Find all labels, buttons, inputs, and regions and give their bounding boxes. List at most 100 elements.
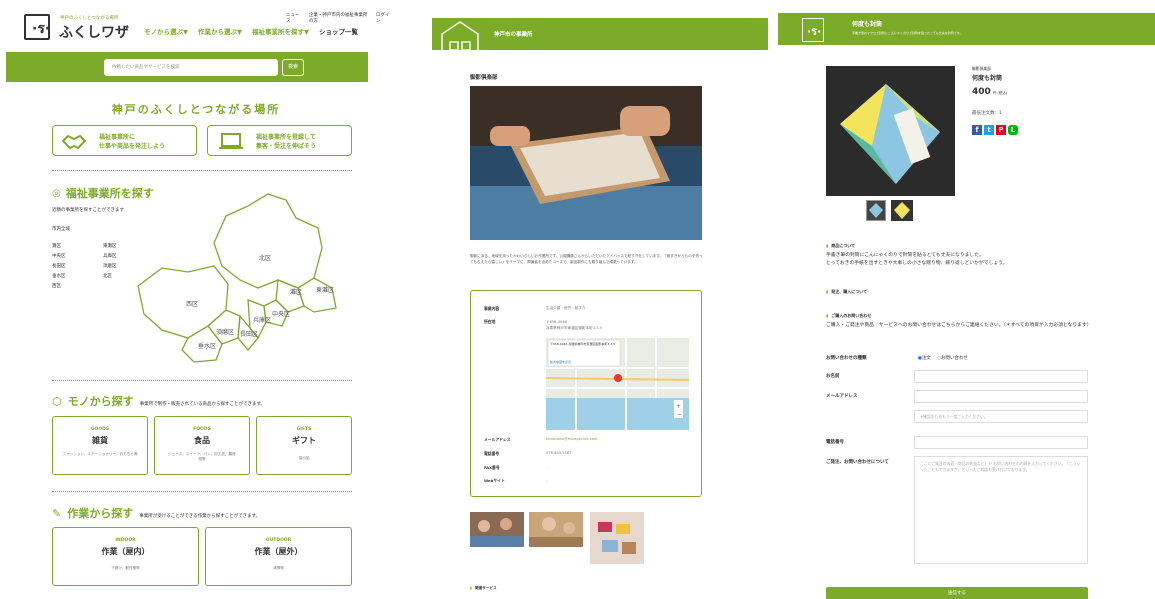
map-enlarge-link[interactable]: 拡大地図を表示 — [550, 360, 571, 364]
ward-link[interactable]: 垂水区 — [52, 272, 66, 282]
office-name: 御影倶楽部 — [470, 75, 498, 81]
nav-shops[interactable]: ショップ一覧 — [319, 26, 358, 36]
cta-register-line1: 福祉事業所を登録して — [256, 134, 316, 141]
product-header-sub: 手書き筆のマクロで封筒にこんにゃくのりで封筒を貼ったとても丈夫な封筒です。 — [852, 31, 963, 35]
product-header: ·ร· 何度も封筒 手書き筆のマクロで封筒にこんにゃくのりで封筒を貼ったとても丈… — [778, 13, 1155, 45]
form-name-label: お名前 — [826, 374, 840, 379]
info-label: 事業内容 — [484, 306, 500, 311]
info-label: 所在地 — [484, 319, 496, 324]
work-heading: ✎ 作業から探す 事業所が受けることができる作業から探すことができます。 — [52, 507, 261, 520]
product-header-title: 何度も封筒 — [852, 21, 883, 28]
gallery-thumbnail[interactable] — [470, 512, 524, 547]
name-field[interactable] — [914, 370, 1088, 383]
product-thumbnail[interactable] — [866, 200, 886, 221]
about-heading: ▮ 商品について — [826, 243, 856, 248]
ward-link[interactable]: 長田区 — [52, 262, 66, 272]
ward-link[interactable]: 灘区 — [52, 242, 66, 252]
map-label: 東灘区 — [316, 286, 334, 294]
goods-card[interactable]: GOODS 雑貨 ファッション、ステーショナリー、おもちゃ等 — [52, 416, 148, 475]
find-office-sub: 近隣の事業所を探すことができます — [52, 208, 124, 213]
map-pin-icon: ◎ — [52, 187, 61, 199]
facebook-icon[interactable]: f — [972, 125, 982, 135]
map-region-nishi — [137, 265, 229, 339]
office-description: 御影にある、地域を持ったかわいらしいお作業所です。公園講師さんからいただいたアド… — [470, 254, 703, 264]
ward-list-col1: 灘区 中央区 長田区 垂水区 西区 — [52, 242, 66, 292]
ward-link[interactable]: 東灘区 — [103, 242, 117, 252]
ward-all[interactable]: 市内全域 — [52, 226, 70, 232]
info-value: 078-843-5567 — [546, 451, 572, 455]
message-textarea[interactable]: ここにご発注の内容（商品の数量など）や お問い合わせの内容を入力してください。「… — [914, 456, 1088, 564]
product-shop[interactable]: 御影倶楽部 — [972, 66, 991, 72]
util-link-news[interactable]: ニュース — [286, 12, 302, 24]
kobe-ward-map[interactable]: 北区 西区 灘区 東灘区 中央区 兵庫区 長田区 須磨区 垂水区 — [118, 188, 348, 373]
info-label: メールアドレス — [484, 437, 511, 442]
radio-order[interactable]: ●注文 — [918, 355, 931, 361]
cta-order-line2: 仕事や商品を発注しよう — [99, 143, 166, 150]
building-icon — [441, 21, 479, 65]
search-input[interactable]: 依頼したい商品やサービスを検索 — [104, 59, 278, 76]
tagline: 神戸のふくしとつながる場所 — [111, 103, 281, 116]
main-nav: モノから選ぶ▼ 作業から選ぶ▼ 福祉事業所を探す▼ ショップ一覧 — [144, 26, 358, 36]
product-panel: ·ร· 何度も封筒 手書き筆のマクロで封筒にこんにゃくのりで封筒を貼ったとても丈… — [778, 0, 1155, 599]
ward-link[interactable]: 須磨区 — [103, 262, 117, 272]
product-min-order: 最低注文数：1 — [972, 111, 1002, 116]
ward-link[interactable]: 中央区 — [52, 252, 66, 262]
map-label: 須磨区 — [216, 328, 234, 336]
foods-card[interactable]: FOODS 食品 ジュース、スイーツ、パン、加工品、農産物等 — [154, 416, 250, 475]
twitter-icon[interactable]: t — [984, 125, 994, 135]
product-price: 400 円 (税込) — [972, 87, 1008, 97]
util-link-login[interactable]: ログイン — [376, 12, 392, 24]
gifts-card[interactable]: GIFTS ギフト 抽出品 — [256, 416, 352, 475]
map-label: 垂水区 — [198, 342, 216, 350]
radio-inquiry[interactable]: ○お問い合わせ — [937, 355, 968, 361]
product-main-image[interactable] — [826, 66, 955, 196]
info-value: - — [546, 478, 548, 482]
info-label: Webサイト — [484, 478, 505, 483]
office-location-map[interactable]: + − — [546, 338, 689, 430]
gallery-thumbnail[interactable] — [529, 512, 583, 547]
cta-register-line2: 集客・受注を伸ばそう — [256, 143, 317, 150]
ward-link[interactable]: 北区 — [103, 272, 117, 282]
office-panel: 神戸市の事業所 御影倶楽部 御影にある、地域を持ったかわいらしいお作業所です。公… — [432, 0, 768, 599]
submit-button[interactable]: 送信する — [826, 587, 1088, 599]
divider — [52, 380, 352, 381]
info-email-link[interactable]: kinokusha@mikageclub.com — [546, 437, 597, 441]
cta-register-button[interactable]: 福祉事業所を登録して 集客・受注を伸ばそう — [207, 125, 352, 156]
about-text: 手書き筆の封筒にこんにゃくのりで封筒を貼るとても丈夫になりました。 とっておきの… — [826, 253, 1008, 266]
indoor-work-card[interactable]: INDOOR 作業（屋内） 下請け、軽作業等 — [52, 527, 199, 586]
related-services-label: ▮ 関連サービス — [470, 586, 497, 590]
nav-work[interactable]: 作業から選ぶ▼ — [198, 26, 242, 36]
line-icon[interactable]: L — [1008, 125, 1018, 135]
email-field[interactable] — [914, 390, 1088, 403]
phone-field[interactable] — [914, 436, 1088, 449]
map-region-suma — [207, 309, 241, 345]
util-link-business[interactable]: 企業・神戸市内の福祉事業所の方 — [309, 12, 369, 24]
search-button[interactable]: 検索 — [282, 59, 304, 76]
home-panel: ·ร· 神戸のふくしとつながる場所 ふくしワザ ニュース 企業・神戸市内の福祉事… — [0, 0, 392, 599]
cta-order-button[interactable]: 福祉事業所に 仕事や商品を発注しよう — [52, 125, 197, 156]
outdoor-work-card[interactable]: OUTDOOR 作業（屋外） 清掃等 — [205, 527, 352, 586]
box-icon: ⬡ — [52, 395, 62, 408]
nav-goods[interactable]: モノから選ぶ▼ — [144, 26, 188, 36]
logo-mark[interactable]: ·ร· — [24, 14, 50, 40]
svg-text:−: − — [677, 411, 682, 418]
nav-office[interactable]: 福祉事業所を探す▼ — [252, 26, 309, 36]
info-label: FAX番号 — [484, 465, 500, 470]
email-confirm-field[interactable]: ※確認のためもう一度ご入力ください。 — [914, 410, 1088, 423]
tools-icon: ✎ — [52, 507, 62, 520]
map-label: 兵庫区 — [253, 316, 271, 324]
office-main-photo — [470, 86, 702, 240]
handshake-icon — [62, 134, 86, 150]
map-region-nada — [275, 279, 305, 313]
chart-icon: ▮ — [470, 586, 472, 590]
product-thumbnail[interactable] — [891, 200, 913, 221]
logo-text[interactable]: ふくしワザ — [59, 22, 129, 42]
product-name: 何度も封筒 — [972, 75, 1003, 82]
ward-link[interactable]: 西区 — [52, 282, 66, 292]
chart-icon: ▮ — [826, 313, 829, 318]
inquiry-heading: ▮ ご購入のお問い合わせ — [826, 313, 872, 318]
gallery-thumbnail[interactable] — [590, 512, 644, 564]
ward-link[interactable]: 兵庫区 — [103, 252, 117, 262]
pinterest-icon[interactable]: P — [996, 125, 1006, 135]
laptop-icon — [219, 133, 243, 149]
